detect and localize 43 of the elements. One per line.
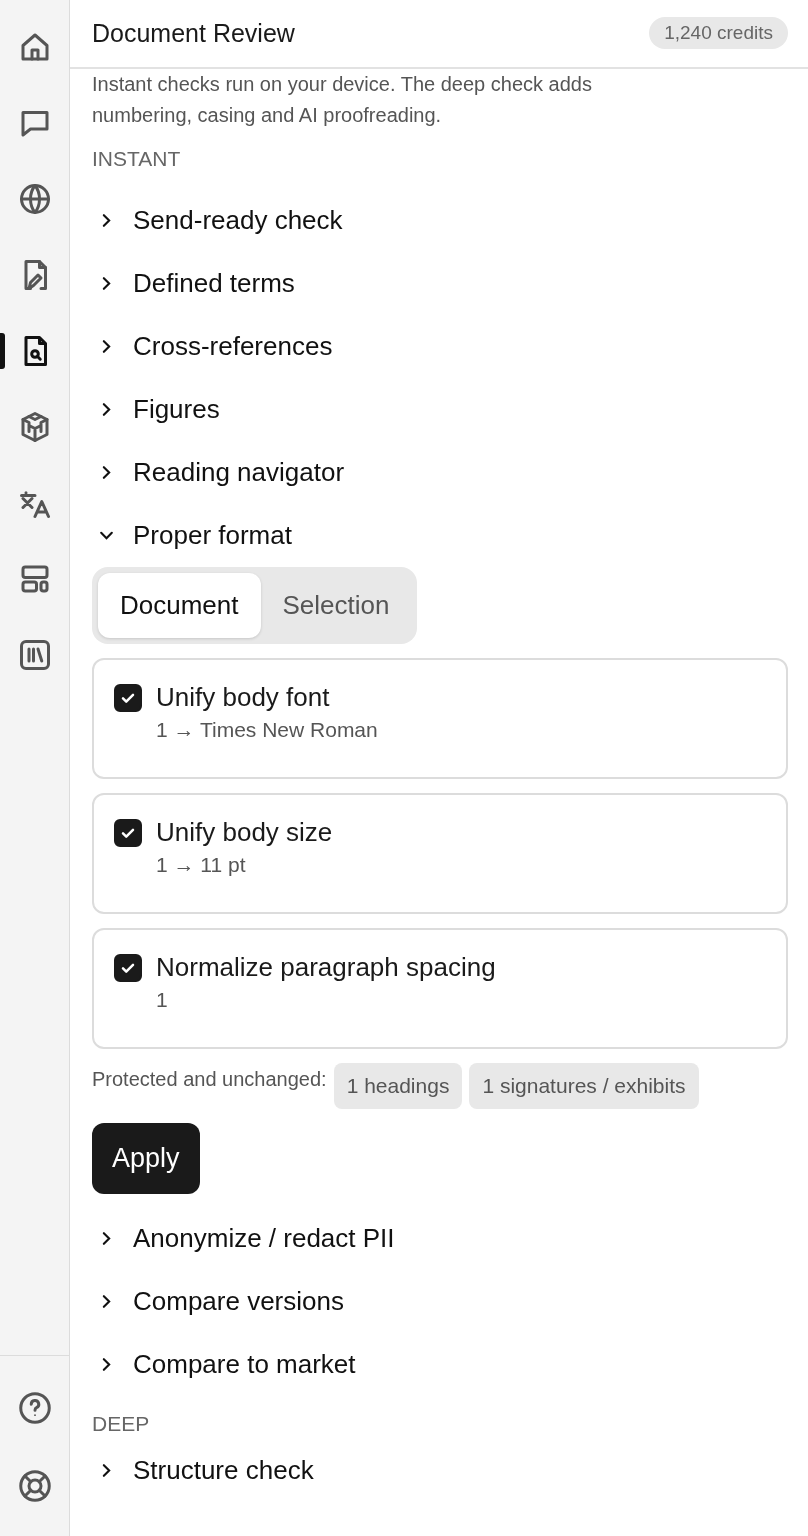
option-detail: 1 [156,987,169,1013]
section-label: DEEP [92,1411,151,1437]
accordion-header[interactable]: Reading navigator [92,441,788,504]
accordion-title: Compare versions [133,1286,344,1317]
intro-text: Instant checks run on your device. The deep check adds [92,72,593,97]
accordion-header[interactable]: Anonymize / redact PII [92,1207,788,1270]
accordion-title: Defined terms [133,268,295,299]
intro-text: numbering, casing and AI proofreading. [92,103,443,128]
tab[interactable]: Document [98,573,261,638]
credits-badge: 1,240 credits [649,16,788,49]
accordion-title: Send-ready check [133,205,343,236]
accordion-header[interactable]: Proper format [92,504,788,567]
accordion-title: Reading navigator [133,457,345,488]
accordion-header[interactable]: Compare to market [92,1333,788,1396]
accordion-title: Compare to market [133,1349,356,1380]
option-title: Unify body size [156,816,333,849]
accordion-title: Figures [133,394,220,425]
accordion-header[interactable]: Compare versions [92,1270,788,1333]
help-icon[interactable] [16,1390,53,1426]
checkbox[interactable] [114,954,142,982]
accordion-title: Proper format [133,520,292,551]
option-detail: 1 → 11 pt [156,852,247,878]
accordion-header[interactable]: Defined terms [92,252,788,315]
tag: 1 signatures / exhibits [469,1063,699,1109]
accordion-title: Cross-references [133,331,333,362]
accordion-header[interactable]: Cross-references [92,315,788,378]
tag: 1 headings [333,1063,463,1109]
page-title: Document Review [92,19,295,48]
protected-label: Protected and unchanged: [92,1067,327,1092]
tab[interactable]: Selection [260,573,412,638]
lifebuoy-icon[interactable] [16,1468,53,1504]
apply-button[interactable]: Apply [92,1123,200,1194]
option-title: Normalize paragraph spacing [156,951,496,984]
accordion-header[interactable]: Structure check [92,1439,788,1502]
option-title: Unify body font [156,681,331,714]
option-detail: 1 → Times New Roman [156,717,378,743]
checkbox[interactable] [114,819,142,847]
accordion-header[interactable]: Send-ready check [92,189,788,252]
accordion-header[interactable]: Figures [92,378,788,441]
section-label: INSTANT [92,146,182,172]
accordion-title: Structure check [133,1455,314,1486]
checkbox[interactable] [114,684,142,712]
accordion-title: Anonymize / redact PII [133,1223,395,1254]
